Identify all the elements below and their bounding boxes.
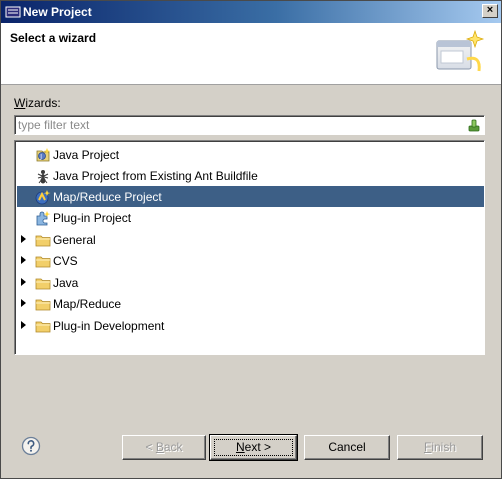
finish-button[interactable]: Finish	[397, 435, 483, 460]
new-wizard-banner-icon	[436, 29, 485, 72]
tree-item-cvs[interactable]: CVS	[17, 250, 484, 271]
java-project-icon: J	[36, 148, 51, 162]
tree-item-plugin-development[interactable]: Plug-in Development	[17, 315, 484, 336]
title-bar[interactable]: New Project ×	[1, 1, 501, 23]
close-button[interactable]: ×	[482, 4, 498, 18]
folder-icon	[35, 235, 51, 247]
page-title: Select a wizard	[10, 31, 97, 45]
wizards-label: Wizards:	[14, 96, 61, 110]
new-project-dialog: New Project × Select a wizard Wizards: t…	[0, 0, 502, 479]
expand-arrow-icon[interactable]	[20, 277, 28, 287]
tree-item-label: Java Project from Existing Ant Buildfile	[53, 169, 258, 183]
close-icon: ×	[486, 4, 494, 16]
back-button[interactable]: < Back	[122, 435, 206, 460]
tree-item-label: CVS	[53, 254, 78, 268]
eclipse-window-icon	[5, 6, 21, 18]
folder-icon	[35, 321, 51, 333]
tree-item-label: Plug-in Development	[53, 319, 165, 333]
folder-icon	[35, 299, 51, 311]
svg-text:J: J	[39, 153, 42, 160]
clear-filter-icon[interactable]	[467, 118, 481, 132]
mapreduce-project-icon	[35, 190, 51, 205]
wizard-tree[interactable]: J Java Project Java Project from Existin…	[14, 140, 485, 355]
wizard-banner: Select a wizard	[1, 23, 501, 85]
plugin-project-icon	[36, 211, 51, 226]
expand-arrow-icon[interactable]	[20, 320, 28, 330]
tree-item-label: Plug-in Project	[53, 211, 132, 225]
tree-item-java-project[interactable]: J Java Project	[17, 144, 484, 165]
filter-field[interactable]	[14, 115, 485, 135]
help-icon[interactable]	[21, 436, 41, 456]
tree-item-general[interactable]: General	[17, 229, 484, 250]
ant-icon	[37, 170, 49, 184]
window-title: New Project	[23, 5, 92, 19]
folder-icon	[35, 256, 51, 268]
tree-item-java-project-from-ant[interactable]: Java Project from Existing Ant Buildfile	[17, 165, 484, 186]
tree-item-label: Map/Reduce	[53, 297, 122, 311]
tree-item-plugin-project[interactable]: Plug-in Project	[17, 207, 484, 228]
tree-item-mapreduce-project[interactable]: Map/Reduce Project	[17, 186, 484, 207]
tree-item-mapreduce[interactable]: Map/Reduce	[17, 293, 484, 314]
expand-arrow-icon[interactable]	[20, 298, 28, 308]
tree-item-label: General	[53, 233, 96, 247]
expand-arrow-icon[interactable]	[20, 234, 28, 244]
expand-arrow-icon[interactable]	[20, 255, 28, 265]
tree-item-label: Java Project	[53, 148, 120, 162]
tree-item-label: Java	[53, 276, 79, 290]
next-button[interactable]: Next >	[209, 434, 298, 461]
tree-item-java[interactable]: Java	[17, 272, 484, 293]
folder-icon	[35, 278, 51, 290]
tree-item-label: Map/Reduce Project	[53, 190, 162, 204]
cancel-button[interactable]: Cancel	[304, 435, 390, 460]
filter-input[interactable]	[18, 118, 458, 132]
